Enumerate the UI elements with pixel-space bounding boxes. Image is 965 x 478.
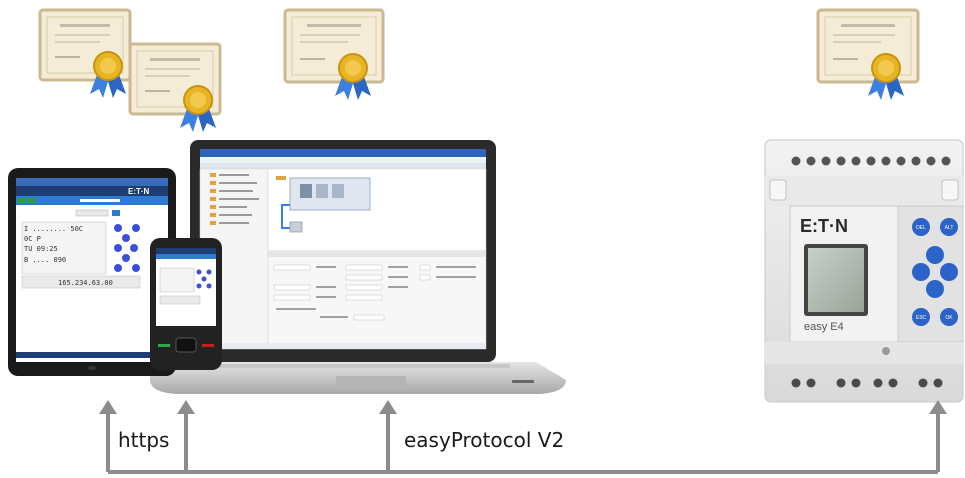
tablet-ip-display: 165.234.63.00: [58, 279, 113, 287]
easyprotocol-label: easyProtocol V2: [404, 428, 565, 452]
plc-down-button: [926, 280, 944, 298]
plc-right-button: [940, 263, 958, 281]
tablet-eaton-logo: E:T·N: [128, 187, 150, 196]
plc-esc-label: ESC: [916, 315, 927, 321]
plc-del-label: DEL: [916, 225, 926, 231]
certificate-icon: [38, 8, 132, 98]
tablet-lcd-line: I ........ 50C: [24, 225, 83, 233]
tablet-lcd-line: B .... 090: [24, 256, 66, 264]
plc-eaton-logo: E:T·N: [800, 216, 848, 236]
certificate-icon: [283, 8, 385, 100]
network-diagram: E:T·N I ........ 50C 0C P TU 09:25 B ...…: [0, 0, 965, 478]
plc-up-button: [926, 246, 944, 264]
arrow-head: [99, 400, 117, 414]
plc-alt-label: ALT: [945, 225, 954, 231]
plc-left-button: [912, 263, 930, 281]
plc-ok-label: OK: [945, 315, 953, 321]
https-label: https: [118, 428, 170, 452]
certificate-icon: [816, 8, 920, 100]
tablet-lcd-line: TU 09:25: [24, 245, 58, 253]
arrow-head: [379, 400, 397, 414]
smartphone: [150, 238, 222, 370]
tablet-lcd-line: 0C P: [24, 235, 41, 243]
easy-e4-controller: E:T·N easy E4 DEL ALT ESC OK: [764, 139, 964, 403]
arrow-head: [177, 400, 195, 414]
plc-model-label: easy E4: [804, 321, 844, 333]
certificate-icon: [128, 42, 222, 132]
